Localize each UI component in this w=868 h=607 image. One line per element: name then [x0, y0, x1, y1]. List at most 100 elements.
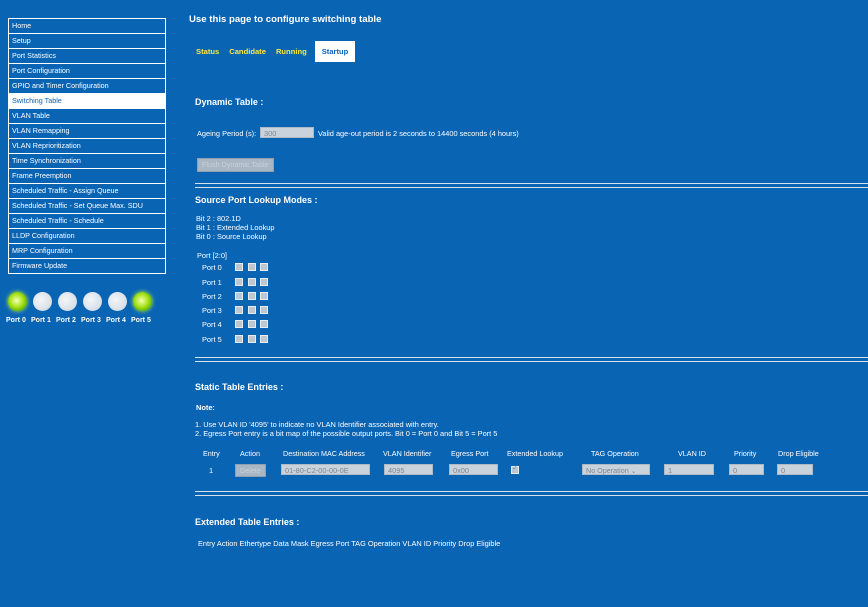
- section-divider: [195, 491, 868, 496]
- tab-candidate[interactable]: Candidate: [229, 47, 266, 56]
- note-line-1: 1. Use VLAN ID '4095' to indicate no VLA…: [195, 420, 439, 429]
- sidebar-item-sched-assign-queue[interactable]: Scheduled Traffic - Assign Queue: [8, 183, 166, 198]
- col-destination-mac: Destination MAC Address: [283, 449, 365, 458]
- flush-dynamic-table-button[interactable]: Flush Dynamic Table: [197, 158, 274, 172]
- ext-col-data: Data: [273, 539, 289, 548]
- ageing-period-hint: Valid age-out period is 2 seconds to 144…: [318, 129, 519, 138]
- col-entry: Entry: [203, 449, 220, 458]
- bit-2-text: Bit 2 : 802.1D: [196, 214, 241, 223]
- port-0-bit1-checkbox[interactable]: [248, 263, 256, 271]
- port-3-bit2-checkbox[interactable]: [235, 306, 243, 314]
- ageing-period-input[interactable]: 300: [260, 127, 314, 138]
- port-2-bit0-checkbox[interactable]: [260, 292, 268, 300]
- source-lookup-title: Source Port Lookup Modes :: [195, 195, 318, 205]
- port-0-led-icon: [8, 292, 27, 311]
- sidebar-item-port-configuration[interactable]: Port Configuration: [8, 63, 166, 78]
- extended-lookup-checkbox[interactable]: [511, 464, 519, 474]
- lookup-port-label: Port 5: [202, 335, 222, 344]
- port-3-bit0-checkbox[interactable]: [260, 306, 268, 314]
- port-1-led-label: Port 1: [31, 317, 51, 324]
- col-vlan-id: VLAN ID: [678, 449, 706, 458]
- ext-col-action: Action: [216, 539, 238, 548]
- port-2-bit2-checkbox[interactable]: [235, 292, 243, 300]
- static-table-title: Static Table Entries :: [195, 382, 284, 392]
- sidebar-item-vlan-table[interactable]: VLAN Table: [8, 108, 166, 123]
- col-vlan-identifier: VLAN Identifier: [383, 449, 432, 458]
- section-divider: [195, 183, 868, 188]
- destination-mac-input[interactable]: 01-80-C2-00-00-0E: [281, 464, 370, 475]
- sidebar-item-vlan-reprioritization[interactable]: VLAN Reprioritization: [8, 138, 166, 153]
- sidebar-item-frame-preemption[interactable]: Frame Preemption: [8, 168, 166, 183]
- port-0-led-label: Port 0: [6, 317, 26, 324]
- sidebar-item-vlan-remapping[interactable]: VLAN Remapping: [8, 123, 166, 138]
- lookup-port-label: Port 3: [202, 306, 222, 315]
- col-extended-lookup: Extended Lookup: [507, 449, 563, 458]
- sidebar-item-mrp[interactable]: MRP Configuration: [8, 243, 166, 258]
- sidebar-item-port-statistics[interactable]: Port Statistics: [8, 48, 166, 63]
- port-3-led-icon: [83, 292, 102, 311]
- vlan-identifier-input[interactable]: 4095: [384, 464, 433, 475]
- chevron-down-icon: ⌄: [630, 466, 637, 475]
- port-5-bit2-checkbox[interactable]: [235, 335, 243, 343]
- tag-operation-select[interactable]: No Operation ⌄: [582, 464, 650, 475]
- drop-eligible-input[interactable]: 0: [777, 464, 813, 475]
- ageing-period-label: Ageing Period (s):: [197, 129, 257, 138]
- col-drop-eligible: Drop Eligible: [778, 449, 819, 458]
- ext-col-drop-eligible: Drop Eligible: [458, 539, 501, 548]
- sidebar-item-gpio-timer[interactable]: GPIO and Timer Configuration: [8, 78, 166, 93]
- lookup-port-label: Port 2: [202, 292, 222, 301]
- sidebar-item-firmware-update[interactable]: Firmware Update: [8, 258, 166, 274]
- port-4-led-label: Port 4: [106, 317, 126, 324]
- delete-entry-button[interactable]: Delete: [235, 464, 266, 477]
- port-status-leds: Port 0 Port 1 Port 2 Port 3 Port 4 Port …: [6, 292, 166, 324]
- col-tag-operation: TAG Operation: [591, 449, 639, 458]
- sidebar-item-home[interactable]: Home: [8, 18, 166, 33]
- ext-col-priority: Priority: [433, 539, 457, 548]
- tab-running[interactable]: Running: [276, 47, 307, 56]
- ext-col-ethertype: Ethertype: [239, 539, 272, 548]
- sidebar-item-sched-queue-max-sdu[interactable]: Scheduled Traffic - Set Queue Max. SDU: [8, 198, 166, 213]
- section-divider: [195, 357, 868, 362]
- ext-col-vlan-id: VLAN ID: [402, 539, 432, 548]
- tag-operation-value: No Operation: [586, 466, 629, 475]
- port-1-bit2-checkbox[interactable]: [235, 278, 243, 286]
- ext-col-mask: Mask: [290, 539, 309, 548]
- sidebar-item-sched-schedule[interactable]: Scheduled Traffic - Schedule: [8, 213, 166, 228]
- port-4-bit0-checkbox[interactable]: [260, 320, 268, 328]
- port-5-bit1-checkbox[interactable]: [248, 335, 256, 343]
- lookup-port-label: Port 1: [202, 278, 222, 287]
- port-5-led-icon: [133, 292, 152, 311]
- extended-table-title: Extended Table Entries :: [195, 517, 300, 527]
- sidebar-item-switching-table[interactable]: Switching Table: [8, 93, 166, 108]
- port-4-bit1-checkbox[interactable]: [248, 320, 256, 328]
- sidebar-item-setup[interactable]: Setup: [8, 33, 166, 48]
- sidebar-item-lldp[interactable]: LLDP Configuration: [8, 228, 166, 243]
- port-0-bit0-checkbox[interactable]: [260, 263, 268, 271]
- tab-startup[interactable]: Startup: [314, 41, 356, 62]
- note-line-2: 2. Egress Port entry is a bit map of the…: [195, 429, 498, 438]
- port-1-bit1-checkbox[interactable]: [248, 278, 256, 286]
- extended-columns-header: Entry Action Ethertype Data Mask Egress …: [198, 539, 500, 548]
- bit-0-text: Bit 0 : Source Lookup: [196, 232, 267, 241]
- port-4-bit2-checkbox[interactable]: [235, 320, 243, 328]
- sidebar-item-time-sync[interactable]: Time Synchronization: [8, 153, 166, 168]
- port-5-bit0-checkbox[interactable]: [260, 335, 268, 343]
- port-5-led-label: Port 5: [131, 317, 151, 324]
- port-2-bit1-checkbox[interactable]: [248, 292, 256, 300]
- col-priority: Priority: [734, 449, 757, 458]
- tab-status[interactable]: Status: [196, 47, 219, 56]
- port-bits-header: Port [2:0]: [197, 251, 227, 260]
- row-entry-number: 1: [209, 466, 214, 475]
- port-2-led-icon: [58, 292, 77, 311]
- port-1-led-icon: [33, 292, 52, 311]
- port-2-led-label: Port 2: [56, 317, 76, 324]
- port-0-bit2-checkbox[interactable]: [235, 263, 243, 271]
- priority-input[interactable]: 0: [729, 464, 764, 475]
- port-1-bit0-checkbox[interactable]: [260, 278, 268, 286]
- egress-port-input[interactable]: 0x00: [449, 464, 498, 475]
- port-3-bit1-checkbox[interactable]: [248, 306, 256, 314]
- lookup-port-label: Port 0: [202, 263, 222, 272]
- vlan-id-input[interactable]: 1: [664, 464, 714, 475]
- ext-col-entry: Entry: [198, 539, 216, 548]
- bit-1-text: Bit 1 : Extended Lookup: [196, 223, 275, 232]
